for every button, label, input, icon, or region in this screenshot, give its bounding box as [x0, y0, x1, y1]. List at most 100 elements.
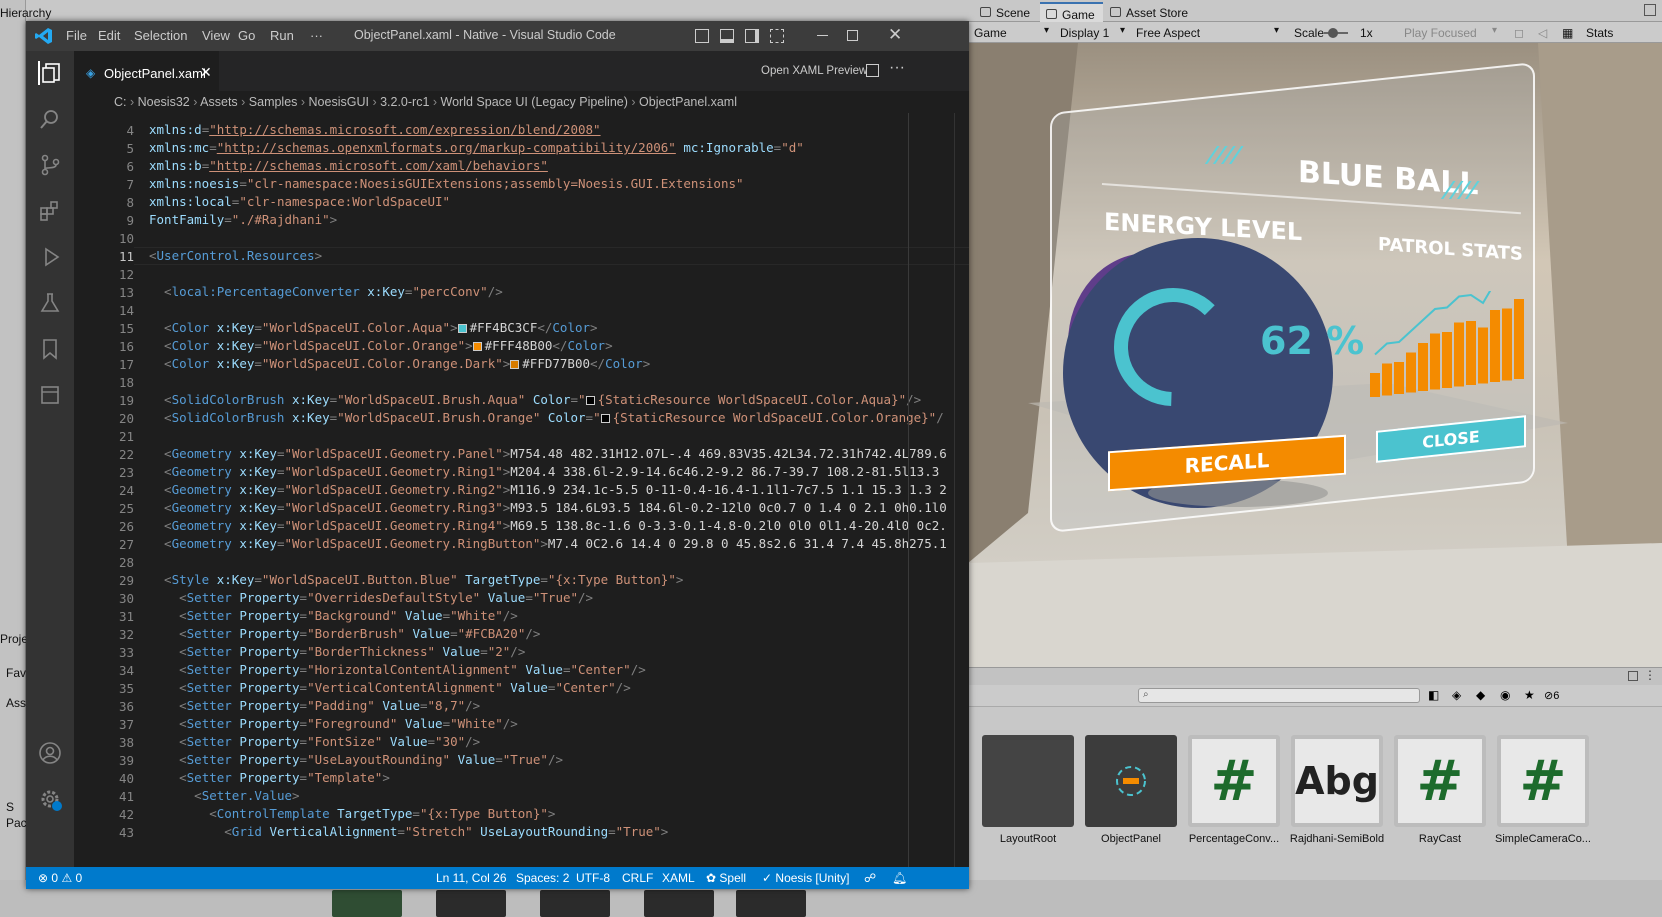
tab-scene[interactable]: Scene	[974, 2, 1038, 22]
breadcrumb-item[interactable]: 3.2.0-rc1	[380, 95, 429, 109]
language-mode[interactable]: XAML	[662, 871, 695, 885]
line-number: 7	[126, 177, 134, 192]
tab-asset-store[interactable]: Asset Store	[1104, 2, 1196, 22]
close-tab-icon[interactable]: ✕	[200, 64, 212, 81]
scale-slider-thumb[interactable]	[1328, 28, 1338, 38]
unity-left-panels: Hierarchy Proje Fav Ass S Pac	[0, 0, 51, 917]
breadcrumb-item[interactable]: C:	[114, 95, 127, 109]
color-swatch[interactable]	[472, 342, 482, 351]
gamepad-icon	[1046, 9, 1057, 19]
game-view[interactable]: BLUE BALL //// //// ENERGY LEVEL PATROL …	[968, 43, 1662, 667]
gizmos-grid-icon[interactable]: ▦	[1558, 24, 1580, 41]
lock-icon[interactable]	[1644, 4, 1656, 16]
tab-label: ObjectPanel.xaml	[104, 66, 206, 81]
noesis-status[interactable]: ✓ Noesis [Unity]	[762, 871, 849, 885]
run-debug-icon[interactable]	[38, 245, 62, 269]
filter-label-icon[interactable]: ◈	[1452, 688, 1461, 702]
maximize-icon[interactable]	[847, 30, 858, 41]
source-control-icon[interactable]	[38, 153, 62, 177]
account-icon[interactable]	[38, 741, 62, 765]
toggle-secondary-sidebar-icon[interactable]	[745, 29, 759, 43]
more-options-icon[interactable]: ⋮	[1644, 668, 1656, 682]
editor-scrollbar[interactable]	[954, 113, 969, 867]
notifications-bell-icon[interactable]: 🔔︎	[892, 871, 907, 885]
menu-item-5[interactable]: Run	[270, 28, 294, 43]
aspect-dropdown[interactable]: Free Aspect	[1132, 24, 1282, 41]
scenes-label[interactable]: S	[6, 800, 14, 814]
menu-item-0[interactable]: File	[66, 28, 87, 43]
asset-item[interactable]: # RayCast	[1390, 735, 1490, 845]
code-line: <Geometry x:Key="WorldSpaceUI.Geometry.P…	[149, 446, 947, 461]
minimize-icon[interactable]	[817, 35, 828, 36]
more-actions-icon[interactable]: ···	[889, 59, 905, 77]
assets-tree-label[interactable]: Ass	[6, 696, 26, 710]
packages-label[interactable]: Pac	[6, 816, 27, 830]
line-number: 39	[118, 753, 134, 768]
end-of-line[interactable]: CRLF	[622, 871, 653, 885]
hierarchy-label[interactable]: Hierarchy	[0, 6, 51, 20]
lock-icon[interactable]	[1628, 671, 1638, 681]
tab-game[interactable]: Game	[1040, 2, 1103, 22]
project-search-input[interactable]: ⌕	[1138, 688, 1420, 703]
color-swatch[interactable]	[510, 360, 520, 369]
speaker-icon[interactable]: ◁	[1534, 24, 1556, 41]
energy-ring-arc	[1114, 288, 1215, 406]
bookmark-icon[interactable]	[38, 337, 62, 361]
toggle-panel-icon[interactable]	[720, 29, 734, 43]
panel-preview-icon	[1116, 766, 1146, 796]
breadcrumb-item[interactable]: ObjectPanel.xaml	[639, 95, 737, 109]
display-mode-dropdown[interactable]: Game	[970, 24, 1052, 41]
asset-item[interactable]: # PercentageConv...	[1184, 735, 1284, 845]
color-swatch[interactable]	[585, 396, 595, 405]
favorite-filter-icon[interactable]: ◉	[1500, 688, 1510, 702]
indentation[interactable]: Spaces: 2	[516, 871, 569, 885]
mute-audio-icon[interactable]: ◻	[1510, 24, 1532, 41]
display-dropdown[interactable]: Display 1	[1056, 24, 1128, 41]
breadcrumb-item[interactable]: Assets	[200, 95, 238, 109]
breadcrumb-item[interactable]: Noesis32	[138, 95, 190, 109]
encoding[interactable]: UTF-8	[576, 871, 610, 885]
line-number: 11	[118, 249, 134, 264]
code-line: <Setter Property="BorderBrush" Value="#F…	[149, 626, 541, 641]
breadcrumb-item[interactable]: World Space UI (Legacy Pipeline)	[441, 95, 628, 109]
problems-status[interactable]: ⊗ 0 ⚠ 0	[38, 871, 82, 885]
settings-gear-icon[interactable]	[38, 787, 62, 811]
menu-item-4[interactable]: Go	[238, 28, 255, 43]
asset-item[interactable]: LayoutRoot	[978, 735, 1078, 845]
star-icon[interactable]: ★	[1524, 688, 1535, 702]
filter-type-icon[interactable]: ◧	[1428, 688, 1439, 702]
testing-flask-icon[interactable]	[38, 291, 62, 315]
code-editor[interactable]: 4 5 6 7 8 9 10 11 12 13 14 15 16 17 18 19 20 21 22 23 24 25 26…	[74, 113, 969, 867]
color-swatch[interactable]	[457, 324, 467, 333]
hidden-packages-icon[interactable]: ⊘6	[1544, 689, 1559, 702]
search-icon[interactable]	[38, 107, 62, 131]
favorites-label[interactable]: Fav	[6, 666, 26, 680]
asset-item[interactable]: Abg Rajdhani-SemiBold	[1287, 735, 1387, 845]
menu-item-2[interactable]: Selection	[134, 28, 187, 43]
tab-objectpanel-xaml[interactable]: ◈ ObjectPanel.xaml ✕	[74, 51, 219, 91]
feedback-icon[interactable]: ☍	[864, 871, 876, 885]
color-swatch[interactable]	[600, 414, 610, 423]
breadcrumb-item[interactable]: Samples	[249, 95, 298, 109]
toggle-sidebar-icon[interactable]	[695, 29, 709, 43]
close-window-icon[interactable]: ✕	[888, 25, 902, 45]
spell-check[interactable]: ✿ Spell	[706, 871, 746, 885]
play-mode-dropdown[interactable]: Play Focused	[1400, 24, 1500, 41]
tag-icon[interactable]: ◆	[1476, 688, 1485, 702]
explorer-icon[interactable]	[38, 61, 62, 85]
customize-layout-icon[interactable]	[770, 29, 784, 43]
split-editor-icon[interactable]	[866, 64, 879, 77]
menu-item-6[interactable]: ···	[310, 28, 323, 43]
cursor-position[interactable]: Ln 11, Col 26	[436, 871, 507, 885]
extensions-icon[interactable]	[38, 199, 62, 223]
asset-item[interactable]: # SimpleCameraCo...	[1493, 735, 1593, 845]
stats-toggle[interactable]: Stats	[1582, 24, 1617, 41]
asset-thumbnail	[982, 735, 1074, 827]
asset-item[interactable]: ObjectPanel	[1081, 735, 1181, 845]
open-xaml-preview-button[interactable]: Open XAML Preview	[761, 65, 867, 77]
breadcrumb-item[interactable]: NoesisGUI	[309, 95, 369, 109]
menu-item-1[interactable]: Edit	[98, 28, 120, 43]
docker-icon[interactable]	[38, 383, 62, 407]
project-label[interactable]: Proje	[0, 632, 28, 646]
menu-item-3[interactable]: View	[202, 28, 230, 43]
